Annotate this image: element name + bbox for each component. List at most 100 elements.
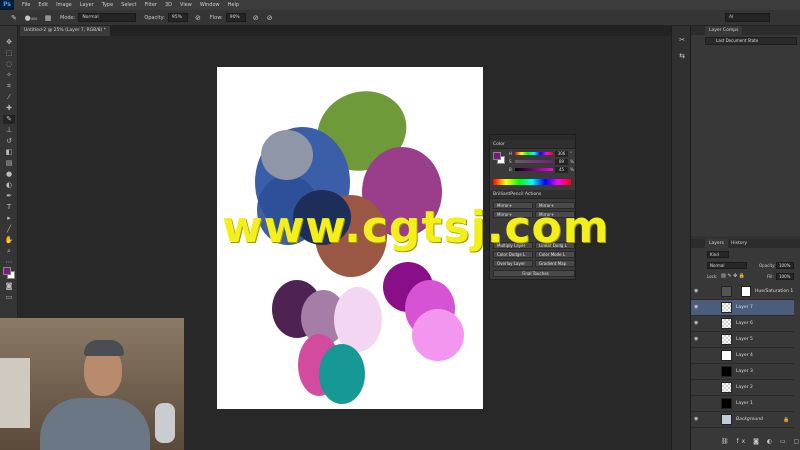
sliders-icon[interactable]: ⇆ (677, 52, 687, 61)
screen-mode-icon[interactable]: ▭ (3, 293, 15, 302)
layer-comp-item[interactable]: Last Document State (705, 37, 797, 45)
gradient-tool-icon[interactable]: ▤ (3, 159, 15, 168)
color-spectrum-ramp[interactable] (493, 179, 571, 185)
visibility-eye-icon[interactable] (694, 401, 700, 406)
brightness-unit: % (570, 167, 574, 172)
menu-image[interactable]: Image (56, 2, 72, 8)
mode-select[interactable]: Normal (78, 13, 137, 22)
menu-file[interactable]: File (22, 2, 30, 8)
hand-tool-icon[interactable]: ✋ (3, 236, 15, 245)
workspace-select[interactable]: AI (725, 13, 770, 22)
eyedropper-tool-icon[interactable]: ⁄ (3, 93, 15, 102)
layer-row-layer-7[interactable]: ◉ Layer 7 (691, 300, 794, 316)
visibility-eye-icon[interactable]: ◉ (694, 305, 700, 310)
blend-mode-select[interactable]: Normal (707, 262, 747, 269)
dodge-tool-icon[interactable]: ◐ (3, 181, 15, 190)
layer-row-layer-2[interactable]: Layer 2 (691, 380, 794, 396)
brush-panel-icon[interactable]: ▦ (44, 14, 52, 22)
layer-row-layer-4[interactable]: Layer 4 (691, 348, 794, 364)
pressure-size-icon[interactable]: ⊘ (266, 14, 274, 22)
layer-row-background[interactable]: ◉ Background 🔒 (691, 412, 794, 428)
type-tool-icon[interactable]: T (3, 203, 15, 212)
brightness-slider[interactable] (515, 168, 553, 171)
brush-preset-icon[interactable]: ●400 (24, 14, 38, 22)
document-tab[interactable]: Untitled-2 @ 25% (Layer 7, RGB/8) * (20, 26, 110, 36)
brightness-field[interactable]: 45 (555, 167, 568, 173)
visibility-eye-icon[interactable]: ◉ (694, 417, 700, 422)
layer-name: Layer 4 (736, 353, 753, 358)
move-tool-icon[interactable]: ✥ (3, 38, 15, 47)
menu-select[interactable]: Select (121, 2, 136, 8)
crop-tool-icon[interactable]: ⌗ (3, 82, 15, 91)
layer-row-layer-6[interactable]: ◉ Layer 6 (691, 316, 794, 332)
hue-slider[interactable] (515, 152, 553, 155)
flow-field[interactable]: 90% (225, 13, 246, 22)
action-overlay-layer[interactable]: Overlay Layer (493, 260, 533, 267)
brush-tool-icon[interactable]: ✎ (10, 14, 18, 22)
layer-thumb (721, 318, 732, 329)
menu-window[interactable]: Window (200, 2, 220, 8)
opacity-field[interactable]: 95% (167, 13, 188, 22)
path-select-tool-icon[interactable]: ▸ (3, 214, 15, 223)
menu-edit[interactable]: Edit (38, 2, 48, 8)
lasso-tool-icon[interactable]: ◌ (3, 60, 15, 69)
fill-field[interactable]: 100% (776, 273, 794, 280)
saturation-field[interactable]: 89 (555, 159, 568, 165)
layer-row-layer-1[interactable]: Layer 1 (691, 396, 794, 412)
layer-thumb (721, 366, 732, 377)
visibility-eye-icon[interactable]: ◉ (694, 321, 700, 326)
layer-row-layer-5[interactable]: ◉ Layer 5 (691, 332, 794, 348)
quick-mask-icon[interactable]: ◙ (3, 282, 15, 291)
visibility-eye-icon[interactable]: ◉ (694, 337, 700, 342)
marquee-tool-icon[interactable]: ⬚ (3, 49, 15, 58)
layer-thumb (721, 382, 732, 393)
airbrush-icon[interactable]: ⊘ (252, 14, 260, 22)
action-gradient-map[interactable]: Gradient Map (535, 260, 575, 267)
menu-3d[interactable]: 3D (165, 2, 172, 8)
visibility-eye-icon[interactable]: ◉ (694, 289, 700, 294)
menu-type[interactable]: Type (102, 2, 113, 8)
layer-filter-kind[interactable]: Kind (707, 251, 729, 258)
zoom-tool-icon[interactable]: ⌕ (3, 247, 15, 256)
pen-tool-icon[interactable]: ✒ (3, 192, 15, 201)
layer-name: Layer 6 (736, 321, 753, 326)
pressure-opacity-icon[interactable]: ⊘ (194, 14, 202, 22)
history-tab[interactable]: History (727, 239, 751, 248)
menu-bar: Ps File Edit Image Layer Type Select Fil… (0, 0, 800, 10)
menu-help[interactable]: Help (228, 2, 239, 8)
more-tools-icon[interactable]: ⋯ (3, 258, 15, 267)
layers-footer-icons[interactable]: ⛓ fx ◙ ◐ ▭ ▢ 🗑 (721, 438, 800, 445)
layer-thumb (721, 334, 732, 345)
stamp-tool-icon[interactable]: ⊥ (3, 126, 15, 135)
layer-row-hue-saturation[interactable]: ◉ Hue/Saturation 1 (691, 284, 794, 300)
hue-label: H (509, 151, 513, 156)
layer-name: Layer 3 (736, 369, 753, 374)
visibility-eye-icon[interactable] (694, 369, 700, 374)
visibility-eye-icon[interactable] (694, 353, 700, 358)
layer-comps-tab[interactable]: Layer Comps (705, 26, 743, 35)
visibility-eye-icon[interactable] (694, 385, 700, 390)
action-final-touches[interactable]: Final Touches (493, 270, 575, 277)
tools-collapse-icon[interactable]: ✂ (677, 36, 687, 45)
menu-layer[interactable]: Layer (80, 2, 94, 8)
layer-thumb (721, 350, 732, 361)
menu-filter[interactable]: Filter (145, 2, 157, 8)
menu-view[interactable]: View (180, 2, 192, 8)
quick-select-tool-icon[interactable]: ✧ (3, 71, 15, 80)
panel-foreground-swatch[interactable] (493, 152, 501, 160)
layer-row-layer-3[interactable]: Layer 3 (691, 364, 794, 380)
webcam-microphone (155, 403, 175, 443)
layer-opacity-field[interactable]: 100% (776, 262, 794, 269)
eraser-tool-icon[interactable]: ◧ (3, 148, 15, 157)
brush-tool-icon[interactable]: ✎ (3, 115, 15, 124)
blur-tool-icon[interactable]: ● (3, 170, 15, 179)
saturation-label: S (509, 159, 512, 164)
saturation-slider[interactable] (515, 160, 553, 163)
shape-tool-icon[interactable]: ╱ (3, 225, 15, 234)
healing-tool-icon[interactable]: ✚ (3, 104, 15, 113)
foreground-color-swatch[interactable] (3, 267, 11, 275)
history-brush-tool-icon[interactable]: ↺ (3, 137, 15, 146)
lock-icons[interactable]: ▨ ✎ ✥ 🔒 (721, 273, 745, 279)
layers-tab[interactable]: Layers (705, 239, 728, 248)
hue-field[interactable]: 306 (555, 151, 568, 157)
